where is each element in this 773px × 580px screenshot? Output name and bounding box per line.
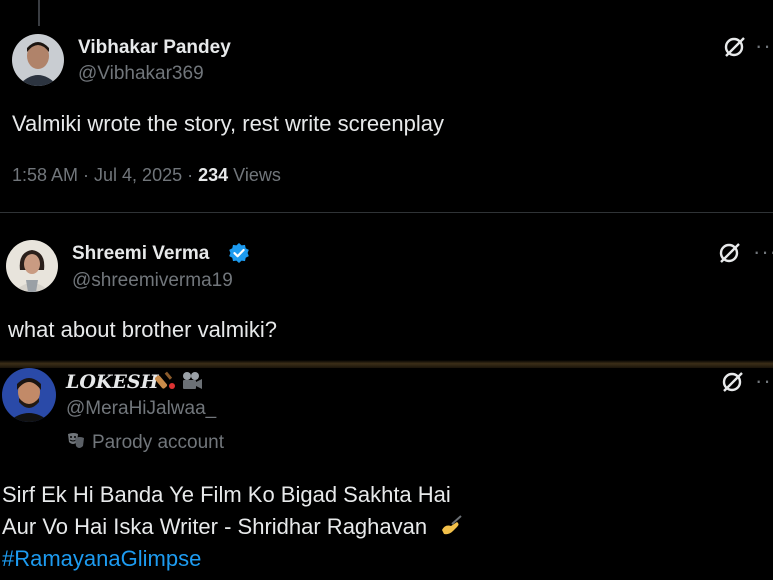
post-meta: 1:58 AM · Jul 4, 2025 · 234 Views [12, 165, 281, 186]
grok-icon[interactable] [722, 34, 748, 60]
parody-label: Parody account [66, 431, 224, 457]
more-options-icon[interactable]: ··· [755, 370, 773, 392]
thread-connector-line [38, 0, 40, 26]
display-name-text: LOKESH [66, 371, 159, 393]
theater-masks-icon [66, 431, 86, 457]
avatar[interactable] [2, 368, 56, 422]
parody-label-text: Parody account [92, 432, 225, 453]
avatar[interactable] [6, 240, 58, 292]
divider [0, 212, 773, 213]
post-text: Valmiki wrote the story, rest write scre… [12, 111, 444, 136]
display-name[interactable]: Shreemi Verma [72, 243, 209, 265]
cricket-bat-emoji-icon [155, 370, 177, 392]
user-handle[interactable]: @Vibhakar369 [78, 63, 204, 85]
display-name[interactable]: LOKESH [66, 371, 159, 393]
timestamp[interactable]: 1:58 AM · Jul 4, 2025 · [12, 165, 198, 185]
post-text-line-text: Aur Vo Hai Iska Writer - Shridhar Raghav… [2, 514, 428, 539]
grok-icon[interactable] [717, 240, 743, 266]
user-handle[interactable]: @MeraHiJalwaa_ [66, 398, 216, 420]
post-text-line: Aur Vo Hai Iska Writer - Shridhar Raghav… [2, 511, 463, 547]
post-text-line: Sirf Ek Hi Banda Ye Film Ko Bigad Sakhta… [2, 482, 451, 507]
film-camera-emoji-icon [181, 371, 203, 391]
grok-icon[interactable] [720, 369, 746, 395]
writing-hand-emoji-icon [439, 514, 463, 547]
display-name[interactable]: Vibhakar Pandey [78, 37, 231, 59]
verified-badge-icon [228, 242, 250, 264]
views-label: Views [228, 165, 281, 185]
user-handle[interactable]: @shreemiverma19 [72, 270, 233, 292]
screenshot-seam [0, 360, 773, 368]
more-options-icon[interactable]: ··· [755, 35, 773, 57]
post-text: what about brother valmiki? [8, 317, 278, 342]
more-options-icon[interactable]: ··· [753, 241, 773, 263]
avatar[interactable] [12, 34, 64, 86]
hashtag-link[interactable]: #RamayanaGlimpse [2, 543, 201, 575]
view-count: 234 [198, 165, 229, 185]
